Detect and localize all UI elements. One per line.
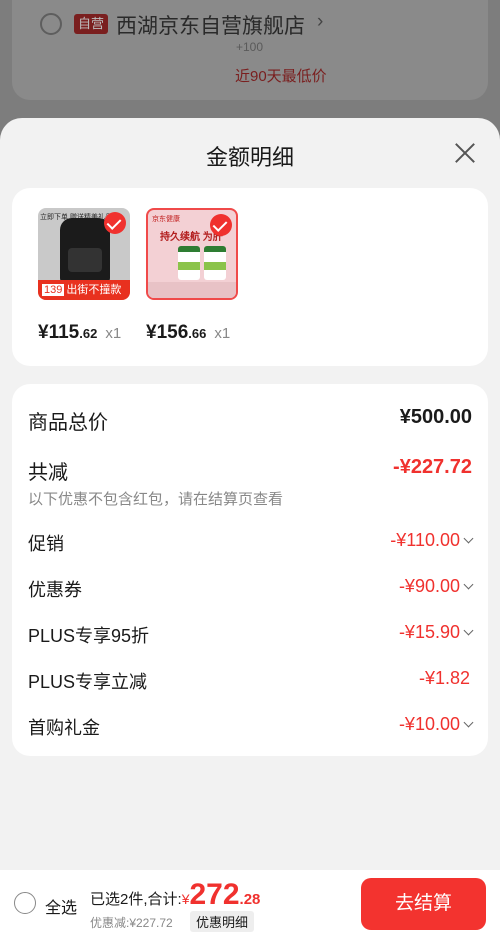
thumb-header: 京东健康 xyxy=(152,216,180,223)
discount-detail-button[interactable]: 优惠明细 xyxy=(190,911,255,932)
total-row: 商品总价 ¥500.00 xyxy=(28,406,472,434)
check-icon xyxy=(104,212,126,234)
select-all-label[interactable]: 全选 xyxy=(45,894,77,918)
value-text: -¥1.82 xyxy=(418,668,470,688)
total-value: ¥500.00 xyxy=(399,406,472,428)
breakdown-label: PLUS专享95折 xyxy=(28,626,150,646)
breakdown-row-promotion[interactable]: 促销 -¥110.00 xyxy=(28,530,474,556)
discount-row: 共减 -¥227.72 xyxy=(28,456,472,484)
breakdown-value: -¥90.00 xyxy=(398,576,474,597)
amount-detail-sheet: 金额明细 立即下单 赠送精美礼品 139出街不撞款 ¥115.62 x1 京东健康… xyxy=(0,118,500,870)
product-price: ¥156.66 x1 xyxy=(146,322,246,344)
background-store-card: 自营 西湖京东自营旗舰店 › +100 近90天最低价 xyxy=(12,0,488,100)
discount-label: 共减 xyxy=(28,462,68,484)
price-decimal: .62 xyxy=(79,326,98,341)
breakdown-row-coupon[interactable]: 优惠券 -¥90.00 xyxy=(28,576,474,602)
total-integer: 272 xyxy=(189,878,240,911)
checkout-button[interactable]: 去结算 xyxy=(361,878,486,930)
breakdown-label: PLUS专享立减 xyxy=(28,672,148,692)
value-text: -¥110.00 xyxy=(390,530,460,550)
ribbon-text: 出街不撞款 xyxy=(66,284,122,296)
promo-ribbon: 139 出街不撞款 xyxy=(38,280,130,300)
value-text: -¥10.00 xyxy=(398,714,460,734)
price-integer: ¥156 xyxy=(146,322,189,343)
selected-count: 已选2件,合计: xyxy=(90,891,182,908)
price-snippet: +100 xyxy=(236,40,264,54)
total-summary: 已选2件,合计:¥272.28 xyxy=(90,878,260,912)
supplement-jar xyxy=(204,246,226,280)
chevron-down-icon xyxy=(463,533,474,544)
breakdown-value: -¥110.00 xyxy=(390,530,474,551)
breakdown-row-plus-reduction: PLUS专享立减 -¥1.82 xyxy=(28,668,472,694)
breakdown-label: 优惠券 xyxy=(28,580,82,600)
breakdown-label: 促销 xyxy=(28,534,64,554)
chevron-right-icon: › xyxy=(317,11,324,32)
store-select-radio xyxy=(40,13,62,35)
amount-breakdown-card: 商品总价 ¥500.00 共减 -¥227.72 以下优惠不包含红包，请在结算页… xyxy=(12,384,488,756)
sheet-title: 金额明细 xyxy=(205,145,294,170)
discount-note: 以下优惠不包含红包，请在结算页查看 xyxy=(28,491,284,508)
check-icon xyxy=(210,214,232,236)
breakdown-row-first-purchase[interactable]: 首购礼金 -¥10.00 xyxy=(28,714,474,740)
product-price: ¥115.62 x1 xyxy=(38,322,138,344)
thumb-footer xyxy=(148,282,236,298)
product-qty: x1 xyxy=(214,325,231,342)
select-all-radio[interactable] xyxy=(14,892,36,914)
total-label: 商品总价 xyxy=(28,412,108,434)
breakdown-value: -¥10.00 xyxy=(398,714,474,735)
self-operated-badge: 自营 xyxy=(74,14,109,34)
checkout-bar: 全选 已选2件,合计:¥272.28 优惠减:¥227.72 优惠明细 去结算 xyxy=(0,870,500,932)
product-qty: x1 xyxy=(105,325,122,342)
price-integer: ¥115 xyxy=(38,322,80,343)
breakdown-label: 首购礼金 xyxy=(28,718,100,738)
saved-amount: 优惠减:¥227.72 xyxy=(90,916,173,930)
store-name: 西湖京东自营旗舰店 xyxy=(116,15,305,38)
breakdown-row-plus-discount[interactable]: PLUS专享95折 -¥15.90 xyxy=(28,622,474,648)
price-decimal: .66 xyxy=(188,326,207,341)
discount-value: -¥227.72 xyxy=(393,456,472,478)
product-item[interactable]: 京东健康 持久续航 为肝 ¥156.66 x1 xyxy=(146,208,246,344)
chevron-down-icon xyxy=(463,579,474,590)
value-text: -¥90.00 xyxy=(398,576,460,596)
breakdown-value: -¥15.90 xyxy=(398,622,474,643)
chevron-down-icon xyxy=(463,717,474,728)
backpack-pocket xyxy=(68,248,102,272)
product-item[interactable]: 立即下单 赠送精美礼品 139出街不撞款 ¥115.62 x1 xyxy=(38,208,138,344)
products-card: 立即下单 赠送精美礼品 139出街不撞款 ¥115.62 x1 京东健康 持久续航… xyxy=(12,188,488,366)
close-icon[interactable] xyxy=(450,138,480,168)
product-thumbnail: 京东健康 持久续航 为肝 xyxy=(146,208,238,300)
lowest-price-label: 近90天最低价 xyxy=(235,68,327,85)
product-thumbnail: 立即下单 赠送精美礼品 139出街不撞款 xyxy=(38,208,130,300)
supplement-jar xyxy=(178,246,200,280)
value-text: -¥15.90 xyxy=(398,622,460,642)
chevron-down-icon xyxy=(463,625,474,636)
total-decimal: .28 xyxy=(239,891,261,908)
ribbon-price: 139 xyxy=(42,284,65,296)
breakdown-value: -¥1.82 xyxy=(419,668,470,689)
